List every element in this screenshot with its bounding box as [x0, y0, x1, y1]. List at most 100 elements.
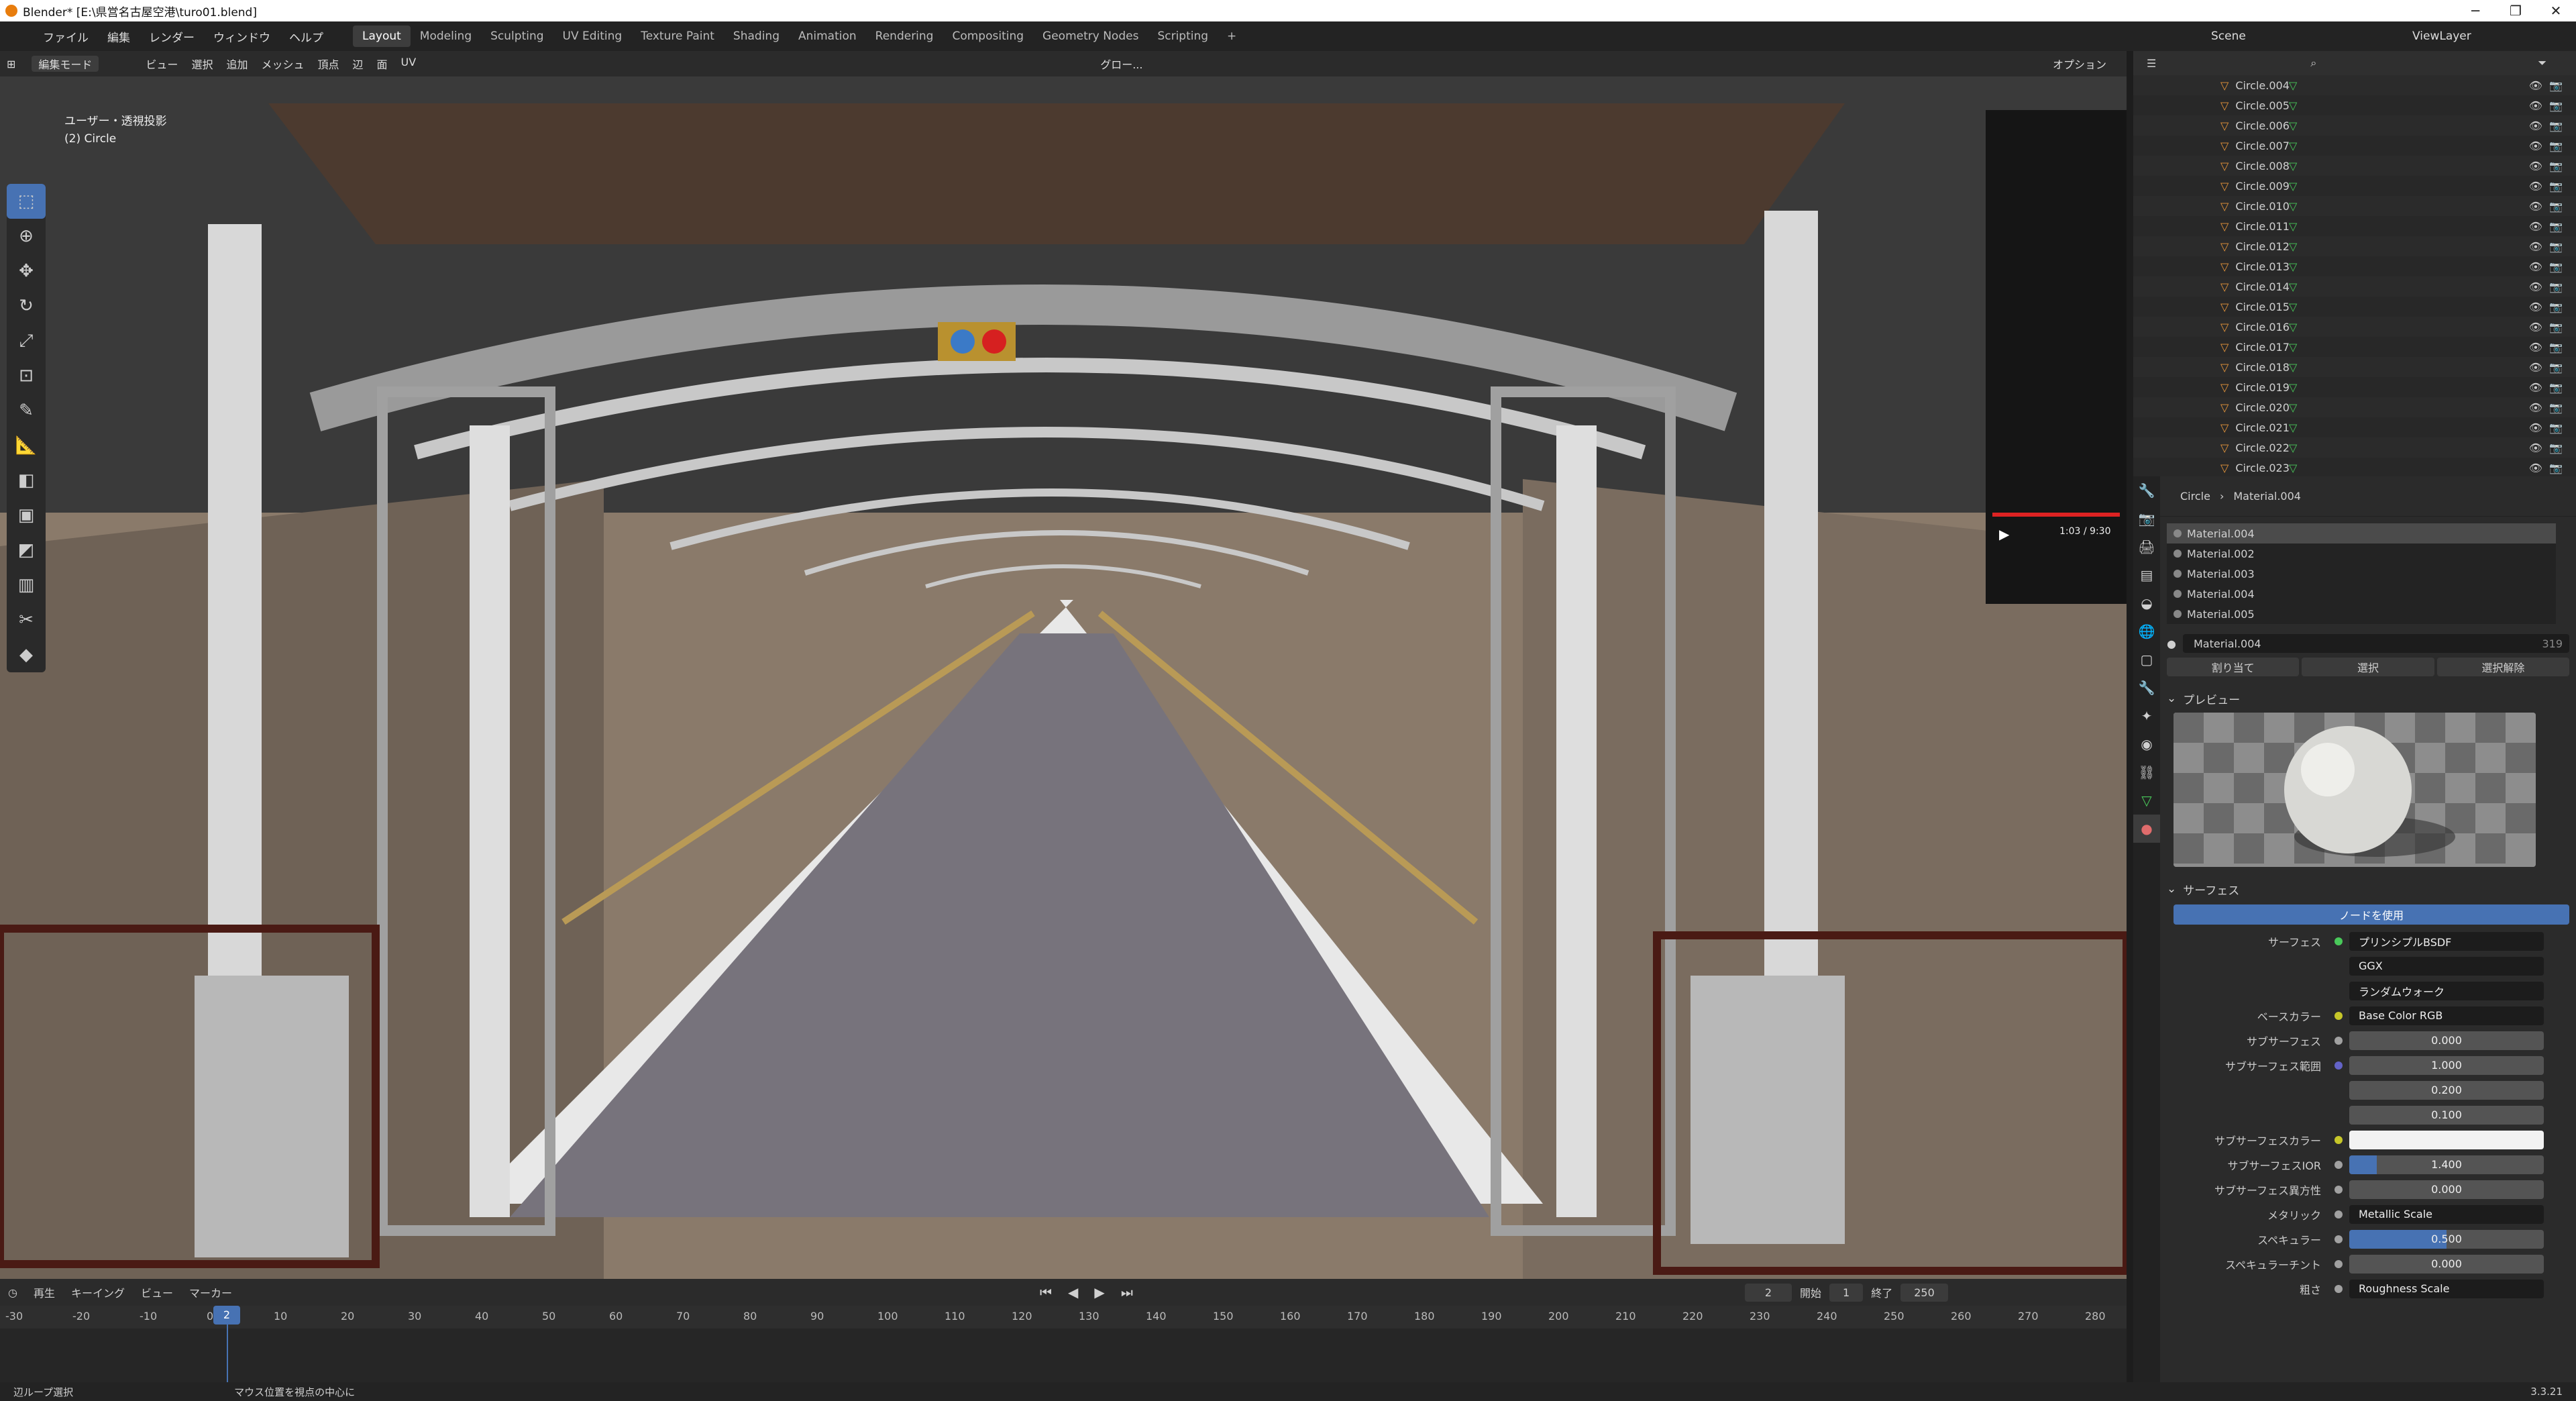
socket-icon[interactable]	[2334, 962, 2343, 970]
close-icon[interactable]: ✕	[2536, 0, 2576, 21]
property-value[interactable]: 0.100	[2349, 1105, 2544, 1125]
play-reverse-icon[interactable]: ◀	[1060, 1284, 1086, 1300]
eye-icon[interactable]: 👁	[2529, 341, 2542, 354]
property-value[interactable]: ランダムウォーク	[2349, 981, 2544, 1000]
camera-icon[interactable]: 📷	[2549, 421, 2563, 434]
socket-icon[interactable]	[2334, 1111, 2343, 1119]
extrude-icon[interactable]: ◧	[7, 463, 46, 498]
socket-icon[interactable]	[2334, 1210, 2343, 1218]
material-browse-icon[interactable]: ●	[2167, 637, 2176, 650]
tab-rendering[interactable]: Rendering	[866, 25, 943, 47]
outliner-row[interactable]: ▽ Circle.007 ▽ 👁 📷	[2133, 136, 2576, 156]
tool-tab-icon[interactable]: 🔧	[2133, 476, 2160, 505]
outliner-row[interactable]: ▽ Circle.016 ▽ 👁 📷	[2133, 317, 2576, 337]
measure-icon[interactable]: 📐	[7, 428, 46, 463]
output-tab-icon[interactable]: 🖨	[2133, 533, 2160, 561]
tab-geometry-nodes[interactable]: Geometry Nodes	[1033, 25, 1148, 47]
slot-button[interactable]: 選択	[2302, 658, 2434, 676]
eye-icon[interactable]: 👁	[2529, 401, 2542, 414]
camera-icon[interactable]: 📷	[2549, 341, 2563, 354]
eye-icon[interactable]: 👁	[2529, 260, 2542, 273]
property-value[interactable]: 0.000	[2349, 1031, 2544, 1050]
material-slot[interactable]: Material.002	[2167, 543, 2556, 564]
modifier-tab-icon[interactable]: 🔧	[2133, 674, 2160, 702]
view-layer-name[interactable]: ViewLayer	[2412, 30, 2471, 43]
timeline-menu-item[interactable]: ビュー	[133, 1284, 181, 1300]
minimize-icon[interactable]: ─	[2455, 0, 2496, 21]
viewport-menu-item[interactable]: 辺	[346, 56, 370, 72]
material-tab-icon[interactable]: ●	[2133, 815, 2160, 843]
video-progress[interactable]	[1992, 513, 2120, 517]
eye-icon[interactable]: 👁	[2529, 99, 2542, 112]
tab-scripting[interactable]: Scripting	[1148, 25, 1218, 47]
outliner-editor-icon[interactable]: ☰	[2147, 57, 2156, 70]
tab-modeling[interactable]: Modeling	[411, 25, 481, 47]
camera-icon[interactable]: 📷	[2549, 180, 2563, 193]
preview-panel-header[interactable]: ⌄ プレビュー	[2167, 688, 2569, 709]
filter-icon[interactable]: ⏷	[2538, 56, 2546, 70]
3d-viewport[interactable]: 1:03 / 9:30 ▶ ⬚ ⊕ ✥ ↻ ⤢ ⊡ ✎ 📐 ◧ ▣ ◩ ▥ ✂ …	[0, 76, 2127, 1279]
outliner-row[interactable]: ▽ Circle.011 ▽ 👁 📷	[2133, 216, 2576, 236]
property-value[interactable]: 0.000	[2349, 1180, 2544, 1199]
outliner-row[interactable]: ▽ Circle.008 ▽ 👁 📷	[2133, 156, 2576, 176]
add-workspace-icon[interactable]: +	[1227, 30, 1236, 43]
eye-icon[interactable]: 👁	[2529, 140, 2542, 152]
scene-name[interactable]: Scene	[2211, 30, 2246, 43]
material-slot[interactable]: Material.005	[2167, 604, 2556, 624]
tab-sculpting[interactable]: Sculpting	[481, 25, 553, 47]
material-name-field[interactable]: Material.004 319	[2182, 634, 2569, 653]
select-box-icon[interactable]: ⬚	[7, 184, 46, 219]
timeline-menu-item[interactable]: キーイング	[63, 1284, 133, 1300]
current-frame-field[interactable]: 2	[1744, 1283, 1792, 1302]
menu-item[interactable]: ファイル	[34, 28, 98, 45]
timeline-menu-item[interactable]: 再生	[25, 1284, 63, 1300]
material-slot[interactable]: Material.004	[2167, 523, 2556, 543]
outliner-row[interactable]: ▽ Circle.020 ▽ 👁 📷	[2133, 397, 2576, 417]
data-tab-icon[interactable]: ▽	[2133, 786, 2160, 815]
menu-item[interactable]: レンダー	[140, 28, 204, 45]
timeline-editor-icon[interactable]: ◷	[0, 1286, 25, 1299]
camera-icon[interactable]: 📷	[2549, 119, 2563, 132]
socket-icon[interactable]	[2334, 1185, 2343, 1194]
viewport-menu-item[interactable]: 面	[370, 56, 394, 72]
outliner-row[interactable]: ▽ Circle.023 ▽ 👁 📷	[2133, 458, 2576, 476]
camera-icon[interactable]: 📷	[2549, 401, 2563, 414]
rotate-icon[interactable]: ↻	[7, 289, 46, 323]
viewport-menu-item[interactable]: ビュー	[139, 56, 184, 72]
outliner-search-icon[interactable]: ⌕	[2310, 56, 2316, 70]
outliner-row[interactable]: ▽ Circle.009 ▽ 👁 📷	[2133, 176, 2576, 196]
outliner-row[interactable]: ▽ Circle.006 ▽ 👁 📷	[2133, 115, 2576, 136]
inset-icon[interactable]: ▣	[7, 498, 46, 533]
property-value[interactable]: 0.500	[2349, 1229, 2544, 1249]
eye-icon[interactable]: 👁	[2529, 421, 2542, 434]
menu-item[interactable]: ウィンドウ	[204, 28, 280, 45]
socket-icon[interactable]	[2334, 1086, 2343, 1094]
camera-icon[interactable]: 📷	[2549, 260, 2563, 273]
property-value[interactable]: GGX	[2349, 956, 2544, 976]
eye-icon[interactable]: 👁	[2529, 240, 2542, 253]
loop-cut-icon[interactable]: ▥	[7, 568, 46, 603]
socket-icon[interactable]	[2334, 1235, 2343, 1243]
outliner-row[interactable]: ▽ Circle.022 ▽ 👁 📷	[2133, 437, 2576, 458]
eye-icon[interactable]: 👁	[2529, 200, 2542, 213]
annotate-icon[interactable]: ✎	[7, 393, 46, 428]
eye-icon[interactable]: 👁	[2529, 79, 2542, 92]
property-value[interactable]: 0.000	[2349, 1254, 2544, 1274]
cursor-icon[interactable]: ⊕	[7, 219, 46, 254]
tab-layout[interactable]: Layout	[353, 25, 411, 47]
socket-icon[interactable]	[2334, 1160, 2343, 1169]
outliner-row[interactable]: ▽ Circle.014 ▽ 👁 📷	[2133, 276, 2576, 297]
outliner-row[interactable]: ▽ Circle.012 ▽ 👁 📷	[2133, 236, 2576, 256]
physics-tab-icon[interactable]: ◉	[2133, 730, 2160, 758]
menu-item[interactable]: ヘルプ	[280, 28, 333, 45]
options-menu[interactable]: オプション	[2046, 56, 2113, 72]
eye-icon[interactable]: 👁	[2529, 180, 2542, 193]
eye-icon[interactable]: 👁	[2529, 160, 2542, 172]
outliner-row[interactable]: ▽ Circle.015 ▽ 👁 📷	[2133, 297, 2576, 317]
scene-tab-icon[interactable]: ◒	[2133, 589, 2160, 617]
outliner-row[interactable]: ▽ Circle.021 ▽ 👁 📷	[2133, 417, 2576, 437]
camera-icon[interactable]: 📷	[2549, 140, 2563, 152]
video-overlay[interactable]: 1:03 / 9:30 ▶	[1986, 110, 2127, 604]
outliner-row[interactable]: ▽ Circle.017 ▽ 👁 📷	[2133, 337, 2576, 357]
world-tab-icon[interactable]: 🌐	[2133, 617, 2160, 645]
